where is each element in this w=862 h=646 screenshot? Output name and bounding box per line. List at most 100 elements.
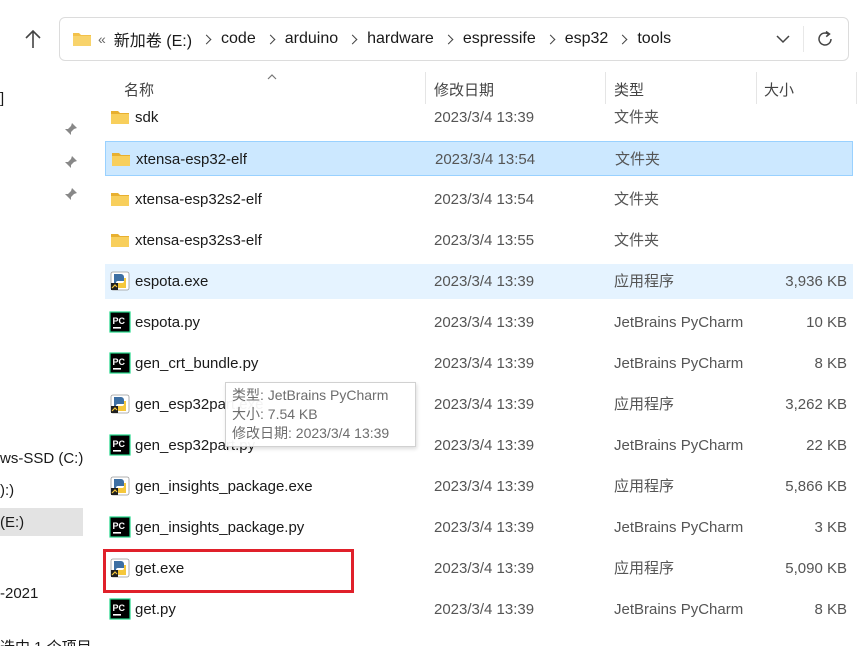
file-size: 5,090 KB (785, 560, 847, 577)
annotation-highlight-box (103, 549, 354, 593)
up-arrow-icon[interactable] (20, 26, 46, 52)
breadcrumb-item[interactable]: hardware (365, 30, 436, 48)
file-row[interactable]: gen_esp32part.exe 2023/3/4 13:39 应用程序 3,262… (105, 387, 853, 422)
file-type: 文件夹 (615, 151, 661, 168)
file-type: 应用程序 (614, 478, 675, 495)
folder-icon (110, 148, 132, 170)
python-exe-icon (109, 270, 131, 292)
divider (803, 26, 804, 52)
file-name: gen_insights_package.exe (135, 478, 313, 495)
breadcrumb-item[interactable]: arduino (283, 30, 340, 48)
navigation-pane: ] ws-SSD (C:)):) (E:) -2021 选中 1 个项目 (0, 78, 92, 646)
pycharm-file-icon: PC (109, 352, 131, 374)
python-exe-icon (109, 393, 131, 415)
breadcrumb-item[interactable]: tools (635, 30, 673, 48)
folder-icon (109, 229, 131, 251)
file-name: get.py (135, 601, 176, 618)
file-modified-date: 2023/3/4 13:39 (434, 273, 535, 290)
pycharm-file-icon: PC (109, 516, 131, 538)
chevron-right-icon[interactable] (443, 34, 454, 44)
file-name: espota.py (135, 314, 201, 331)
file-size: 8 KB (814, 601, 847, 618)
svg-text:PC: PC (113, 357, 126, 367)
breadcrumb-item[interactable]: 新加卷 (E:) (112, 27, 194, 51)
file-size: 3,262 KB (785, 396, 847, 413)
file-row[interactable]: PC espota.py 2023/3/4 13:39 JetBrains PyCha… (105, 305, 853, 340)
folder-icon (109, 106, 131, 128)
file-modified-date: 2023/3/4 13:39 (434, 396, 535, 413)
file-row[interactable]: PC gen_esp32part.py 2023/3/4 13:39 JetBrain… (105, 428, 853, 463)
python-exe-icon (109, 475, 131, 497)
file-modified-date: 2023/3/4 13:39 (434, 355, 535, 372)
sidebar-item[interactable]: ] (0, 90, 4, 107)
pin-icon[interactable] (64, 187, 78, 201)
file-row[interactable]: PC get.py 2023/3/4 13:39 JetBrains PyCharm 8… (105, 592, 853, 627)
file-modified-date: 2023/3/4 13:39 (434, 519, 535, 536)
file-modified-date: 2023/3/4 13:54 (434, 191, 535, 208)
pycharm-file-icon: PC (109, 311, 131, 333)
pin-icon[interactable] (64, 122, 78, 136)
chevron-right-icon[interactable] (347, 34, 358, 44)
sidebar-item[interactable]: ws-SSD (C:) (0, 450, 83, 467)
chevron-right-icon[interactable] (201, 34, 212, 44)
file-type: JetBrains PyCharm (614, 314, 744, 331)
folder-icon (72, 31, 92, 47)
pin-icon[interactable] (64, 155, 78, 169)
file-size: 3 KB (814, 519, 847, 536)
column-header-name[interactable]: 名称 (124, 79, 154, 100)
chevron-down-icon[interactable] (774, 30, 792, 48)
column-header-date[interactable]: 修改日期 (434, 79, 494, 100)
file-row[interactable]: PC gen_insights_package.py 2023/3/4 13:39 J… (105, 510, 853, 545)
file-size: 22 KB (806, 437, 847, 454)
file-modified-date: 2023/3/4 13:39 (434, 560, 535, 577)
file-modified-date: 2023/3/4 13:39 (434, 478, 535, 495)
file-name: xtensa-esp32-elf (136, 151, 247, 168)
file-modified-date: 2023/3/4 13:55 (434, 232, 535, 249)
chevron-right-icon[interactable] (545, 34, 556, 44)
file-row[interactable]: espota.exe 2023/3/4 13:39 应用程序 3,936 KB (105, 264, 853, 299)
folder-icon (109, 188, 131, 210)
sidebar-item[interactable]: ):) (0, 482, 14, 499)
column-header-size[interactable]: 大小 (764, 79, 794, 100)
file-row[interactable]: xtensa-esp32-elf 2023/3/4 13:54 文件夹 (105, 141, 853, 176)
file-row[interactable]: xtensa-esp32s2-elf 2023/3/4 13:54 文件夹 (105, 182, 853, 217)
breadcrumb: 新加卷 (E:) code arduino hardware espressife esp… (112, 27, 673, 51)
file-type: JetBrains PyCharm (614, 355, 744, 372)
file-row[interactable]: xtensa-esp32s3-elf 2023/3/4 13:55 文件夹 (105, 223, 853, 258)
sidebar-item[interactable]: (E:) (0, 514, 24, 531)
sidebar-item[interactable]: 选中 1 个项目 (0, 636, 92, 646)
file-size: 5,866 KB (785, 478, 847, 495)
pycharm-file-icon: PC (109, 434, 131, 456)
sort-ascending-icon (267, 68, 277, 80)
file-row[interactable]: sdk 2023/3/4 13:39 文件夹 (105, 100, 853, 135)
breadcrumb-overflow-button[interactable]: « (98, 31, 106, 47)
file-type: JetBrains PyCharm (614, 601, 744, 618)
file-modified-date: 2023/3/4 13:39 (434, 601, 535, 618)
address-bar[interactable]: « 新加卷 (E:) code arduino hardware espressife e… (59, 17, 849, 61)
chevron-right-icon[interactable] (617, 34, 628, 44)
refresh-icon[interactable] (814, 28, 836, 50)
file-type: 文件夹 (614, 191, 660, 208)
svg-text:PC: PC (113, 603, 126, 613)
file-type: JetBrains PyCharm (614, 519, 744, 536)
file-size: 8 KB (814, 355, 847, 372)
breadcrumb-item[interactable]: espressife (461, 30, 538, 48)
file-row[interactable]: gen_insights_package.exe 2023/3/4 13:39 应用… (105, 469, 853, 504)
file-modified-date: 2023/3/4 13:54 (435, 151, 536, 168)
file-tooltip: 类型: JetBrains PyCharm 大小: 7.54 KB 修改日期: … (225, 382, 416, 447)
file-modified-date: 2023/3/4 13:39 (434, 314, 535, 331)
file-type: 应用程序 (614, 273, 675, 290)
file-modified-date: 2023/3/4 13:39 (434, 437, 535, 454)
file-row[interactable]: PC gen_crt_bundle.py 2023/3/4 13:39 JetBrai… (105, 346, 853, 381)
tooltip-size: 大小: 7.54 KB (232, 406, 318, 422)
file-name: xtensa-esp32s2-elf (135, 191, 262, 208)
svg-text:PC: PC (113, 521, 126, 531)
tooltip-type: 类型: JetBrains PyCharm (232, 387, 389, 403)
breadcrumb-item[interactable]: esp32 (563, 30, 611, 48)
sidebar-item[interactable]: -2021 (0, 585, 38, 602)
column-divider[interactable] (856, 72, 857, 104)
chevron-right-icon[interactable] (265, 34, 276, 44)
svg-text:PC: PC (113, 316, 126, 326)
column-header-type[interactable]: 类型 (614, 79, 644, 100)
breadcrumb-item[interactable]: code (219, 30, 258, 48)
